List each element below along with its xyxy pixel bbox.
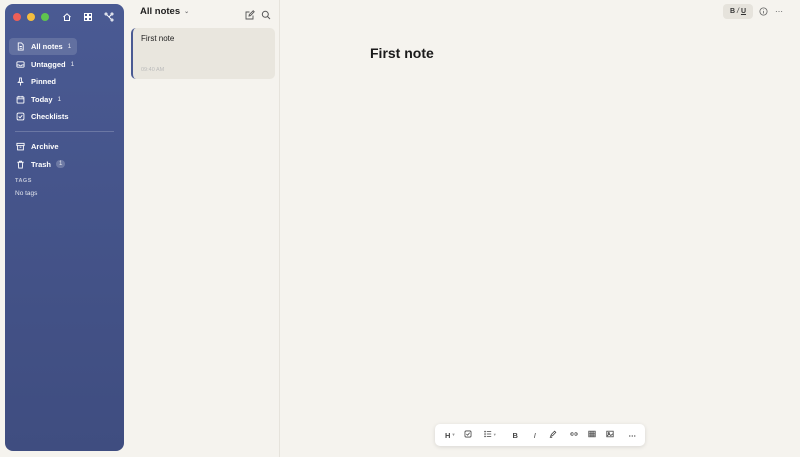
image-button[interactable] [600,428,620,442]
more-options-icon[interactable]: ⋯ [774,6,784,16]
pin-icon [16,77,25,86]
sidebar-item-label: Untagged [31,59,66,69]
inbox-icon [16,60,25,69]
note-timestamp: 09:40 AM [141,67,165,73]
window-controls [13,13,49,21]
table-icon [588,430,596,440]
calendar-icon [16,95,25,104]
sidebar-divider [15,131,114,132]
sidebar-item-label: Pinned [31,77,57,86]
graph-icon[interactable] [103,11,115,23]
grid-icon[interactable] [82,11,94,23]
search-icon[interactable] [261,7,271,20]
document-title[interactable]: First note [370,45,434,61]
document-icon [16,42,25,51]
separator: / [737,8,739,15]
formatting-toolbar: H ▾ ▾ B I ⋯ [435,424,645,446]
chevron-down-icon: ⌄ [184,9,190,15]
info-icon[interactable] [758,6,768,16]
sidebar-item-today[interactable]: Today 1 [9,91,120,108]
bullet-list-icon [483,430,492,440]
trash-count-badge: 1 [56,160,66,168]
highlight-button[interactable] [544,428,564,442]
sidebar-nav: All notes 1 Untagged 1 Pinned Today 1 Ch… [9,38,120,173]
highlighter-icon [549,430,557,440]
sidebar-item-all-notes[interactable]: All notes 1 [9,38,77,55]
note-title: First note [141,34,175,43]
table-button[interactable] [585,428,601,442]
no-tags-text: No tags [15,190,38,197]
checkbox-icon [16,112,25,121]
notes-list-panel: All notes ⌄ First note 09:40 AM [124,0,280,457]
archive-icon [16,142,25,151]
list-title: All notes [140,6,181,17]
heading-button[interactable]: H ▾ [442,428,458,442]
note-list-item[interactable]: First note 09:40 AM [131,28,275,79]
heading-label: H [444,430,451,440]
sidebar-item-label: Archive [31,142,59,151]
sidebar-item-label: All notes [31,42,63,51]
text-format-button[interactable]: B / U [723,4,753,19]
sidebar-item-checklists[interactable]: Checklists [9,108,120,125]
trash-icon [16,160,25,169]
minimize-window-button[interactable] [27,13,35,21]
image-icon [606,430,614,440]
link-icon [570,430,578,440]
tags-heading: TAGS [15,178,32,184]
bold-button[interactable]: B [505,428,526,442]
link-button[interactable] [563,428,584,442]
sidebar-item-label: Today [31,94,53,104]
chevron-down-icon: ▾ [452,432,455,437]
app-window: All notes 1 Untagged 1 Pinned Today 1 Ch… [0,0,800,457]
underline-glyph: U [740,8,747,15]
sidebar-item-label: Checklists [31,112,69,121]
close-window-button[interactable] [13,13,21,21]
checkbox-icon [464,430,472,440]
chevron-down-icon: ▾ [493,432,496,437]
sidebar-item-untagged[interactable]: Untagged 1 [9,56,120,73]
zoom-window-button[interactable] [41,13,49,21]
more-formatting-button[interactable]: ⋯ [620,428,645,442]
sidebar-item-trash[interactable]: Trash 1 [9,156,120,173]
note-count: 1 [67,43,72,50]
note-count: 1 [57,95,62,103]
new-note-icon[interactable] [245,7,255,20]
editor-pane: B / U ⋯ First note [280,0,800,457]
bold-glyph: B [729,8,736,15]
sidebar: All notes 1 Untagged 1 Pinned Today 1 Ch… [5,4,124,451]
sidebar-item-pinned[interactable]: Pinned [9,73,120,90]
home-icon[interactable] [61,11,73,23]
list-button[interactable]: ▾ [479,428,500,442]
sidebar-item-label: Trash [31,159,52,169]
notes-filter-dropdown[interactable]: All notes ⌄ [140,6,189,17]
sidebar-item-archive[interactable]: Archive [9,138,120,155]
note-count: 1 [70,60,75,68]
italic-button[interactable]: I [526,428,544,442]
checklist-button[interactable] [458,428,479,442]
